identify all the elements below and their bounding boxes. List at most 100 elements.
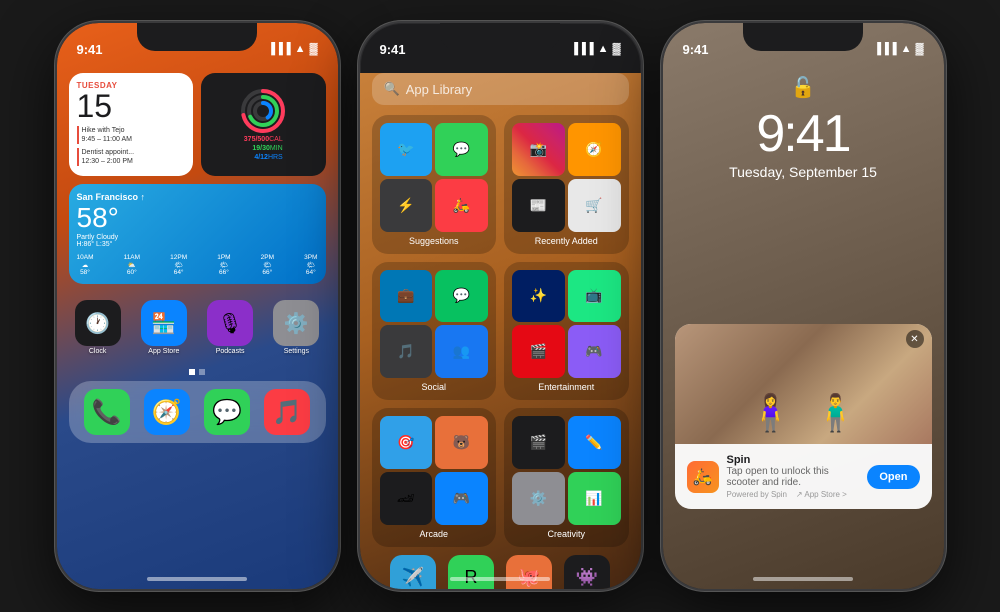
app-instagram[interactable]: 📸 <box>512 123 565 176</box>
dot-inactive <box>199 369 205 375</box>
status-icons-3: ▐▐▐ ▲ ▓ <box>873 43 923 55</box>
lock-time: 9:41 <box>663 104 944 164</box>
forecast-2pm: 2PM🌤66° <box>261 254 274 276</box>
folder-suggestions[interactable]: 🐦 💬 ⚡ 🛵 Suggestions <box>372 115 497 254</box>
app-nytimes[interactable]: 📰 <box>512 179 565 232</box>
forecast-3pm: 3PM🌤64° <box>304 254 317 276</box>
app-disneyplus[interactable]: ✨ <box>512 270 565 323</box>
battery-icon-3: ▓ <box>915 43 923 55</box>
app-twitter[interactable]: 🐦 <box>380 123 433 176</box>
app-podcasts[interactable]: 🎙 Podcasts <box>201 300 259 355</box>
notch-2 <box>440 23 560 51</box>
forecast-11am: 11AM⛅60° <box>124 254 141 276</box>
calendar-widget: TUESDAY 15 Hike with Tejo9:45 – 11:00 AM… <box>69 73 194 176</box>
notification-powered: Powered by Spin ↗ App Store > <box>727 490 860 499</box>
search-icon: 🔍 <box>384 81 400 97</box>
notification-content: 🛵 Spin Tap open to unlock this scooter a… <box>675 444 932 509</box>
app-tiktok[interactable]: 🎵 <box>380 325 433 378</box>
app-library-search[interactable]: 🔍 App Library <box>372 73 629 105</box>
min-stat: 19/30MIN <box>244 145 283 152</box>
app-hulu[interactable]: 📺 <box>568 270 621 323</box>
notch-3 <box>743 23 863 51</box>
hrs-stat: 4/12HRS <box>244 154 283 161</box>
folder-apps-social: 💼 💬 🎵 👥 <box>380 270 489 379</box>
app-linkedin[interactable]: 💼 <box>380 270 433 323</box>
app-game3[interactable]: 👾 <box>564 555 610 590</box>
folder-label-arcade: Arcade <box>380 529 489 539</box>
folder-apps-recent: 📸 🧭 📰 🛒 <box>512 123 621 232</box>
app-robinhood[interactable]: R <box>448 555 494 590</box>
notch-1 <box>137 23 257 51</box>
app-settings[interactable]: ⚙️ Settings <box>267 300 325 355</box>
app-wechat[interactable]: 💬 <box>435 270 488 323</box>
app-safari[interactable]: 🧭 <box>568 123 621 176</box>
fitness-rings <box>238 86 288 136</box>
app-epi[interactable]: 🛒 <box>568 179 621 232</box>
dock-messages[interactable]: 💬 <box>204 389 250 435</box>
forecast-10am: 10AM☁58° <box>77 254 94 276</box>
status-time-3: 9:41 <box>683 42 709 57</box>
app-arcade3[interactable]: 🏎 <box>380 472 433 525</box>
bottom-app-row: ✈️ R 🐙 👾 <box>360 547 641 590</box>
app-creativity2[interactable]: ✏️ <box>568 416 621 469</box>
forecast-12pm: 12PM🌤64° <box>170 254 187 276</box>
weather-city: San Francisco ↑ <box>77 192 318 202</box>
app-appstore[interactable]: 🏪 App Store <box>135 300 193 355</box>
phone-home-screen: 9:41 ▐▐▐ ▲ ▓ TUESDAY 15 Hike with Tejo9:… <box>55 21 340 591</box>
folder-label-creativity: Creativity <box>512 529 621 539</box>
app-doordash[interactable]: 🛵 <box>435 179 488 232</box>
folder-arcade[interactable]: 🎯 🐻 🏎 🎮 Arcade <box>372 408 497 547</box>
search-placeholder: App Library <box>406 82 472 97</box>
app-messages[interactable]: 💬 <box>435 123 488 176</box>
dock-music[interactable]: 🎵 <box>264 389 310 435</box>
folder-apps-creativity: 🎬 ✏️ ⚙️ 📊 <box>512 416 621 525</box>
notification-card[interactable]: 🧍‍♀️ 🧍‍♂️ ✕ 🛵 Spin Tap open to unlock th… <box>675 324 932 509</box>
folder-label-entertainment: Entertainment <box>512 382 621 392</box>
folder-recently-added[interactable]: 📸 🧭 📰 🛒 Recently Added <box>504 115 629 254</box>
app-creativity4[interactable]: 📊 <box>568 472 621 525</box>
folder-creativity[interactable]: 🎬 ✏️ ⚙️ 📊 Creativity <box>504 408 629 547</box>
app-arcade1[interactable]: 🎯 <box>380 416 433 469</box>
notification-title: Spin <box>727 454 860 466</box>
status-icons-1: ▐▐▐ ▲ ▓ <box>267 43 317 55</box>
app-creativity1[interactable]: 🎬 <box>512 416 565 469</box>
phone-lock-screen: 9:41 ▐▐▐ ▲ ▓ 🔓 9:41 Tuesday, September 1… <box>661 21 946 591</box>
notification-open-button[interactable]: Open <box>867 465 919 489</box>
widget-row-2: San Francisco ↑ 58° Partly CloudyH:86° L… <box>69 184 326 284</box>
app-facebook[interactable]: 👥 <box>435 325 488 378</box>
app-other[interactable]: 🎮 <box>568 325 621 378</box>
wifi-icon: ▲ <box>295 43 306 55</box>
home-indicator-2 <box>450 577 550 581</box>
folder-social[interactable]: 💼 💬 🎵 👥 Social <box>372 262 497 401</box>
battery-icon-2: ▓ <box>612 43 620 55</box>
dock-phone[interactable]: 📞 <box>84 389 130 435</box>
app-netflix[interactable]: 🎬 <box>512 325 565 378</box>
widget-row-1: TUESDAY 15 Hike with Tejo9:45 – 11:00 AM… <box>69 73 326 176</box>
status-time-1: 9:41 <box>77 42 103 57</box>
dock: 📞 🧭 💬 🎵 <box>69 381 326 443</box>
dock-safari[interactable]: 🧭 <box>144 389 190 435</box>
app-flash[interactable]: ⚡ <box>380 179 433 232</box>
app-game2[interactable]: 🐙 <box>506 555 552 590</box>
battery-icon: ▓ <box>309 43 317 55</box>
folder-apps-arcade: 🎯 🐻 🏎 🎮 <box>380 416 489 525</box>
app-arcade4[interactable]: 🎮 <box>435 472 488 525</box>
folder-apps-entertainment: ✨ 📺 🎬 🎮 <box>512 270 621 379</box>
notification-image: 🧍‍♀️ 🧍‍♂️ ✕ <box>675 324 932 444</box>
dot-active <box>189 369 195 375</box>
app-hopper[interactable]: ✈️ <box>390 555 436 590</box>
signal-icon-2: ▐▐▐ <box>570 43 593 55</box>
app-store-link[interactable]: ↗ App Store > <box>796 490 847 499</box>
library-grid: 🐦 💬 ⚡ 🛵 Suggestions 📸 🧭 📰 🛒 <box>360 115 641 547</box>
status-time-2: 9:41 <box>380 42 406 57</box>
app-arcade2[interactable]: 🐻 <box>435 416 488 469</box>
app-label-settings: Settings <box>284 348 309 355</box>
folder-entertainment[interactable]: ✨ 📺 🎬 🎮 Entertainment <box>504 262 629 401</box>
calendar-date: 15 <box>77 90 186 122</box>
cal-event-2: Dentist appoint...12:30 – 2:00 PM <box>77 148 186 166</box>
cal-stat: 375/500CAL <box>244 136 283 143</box>
weather-widget: San Francisco ↑ 58° Partly CloudyH:86° L… <box>69 184 326 284</box>
app-creativity3[interactable]: ⚙️ <box>512 472 565 525</box>
notification-close-button[interactable]: ✕ <box>906 330 924 348</box>
app-clock[interactable]: 🕐 Clock <box>69 300 127 355</box>
